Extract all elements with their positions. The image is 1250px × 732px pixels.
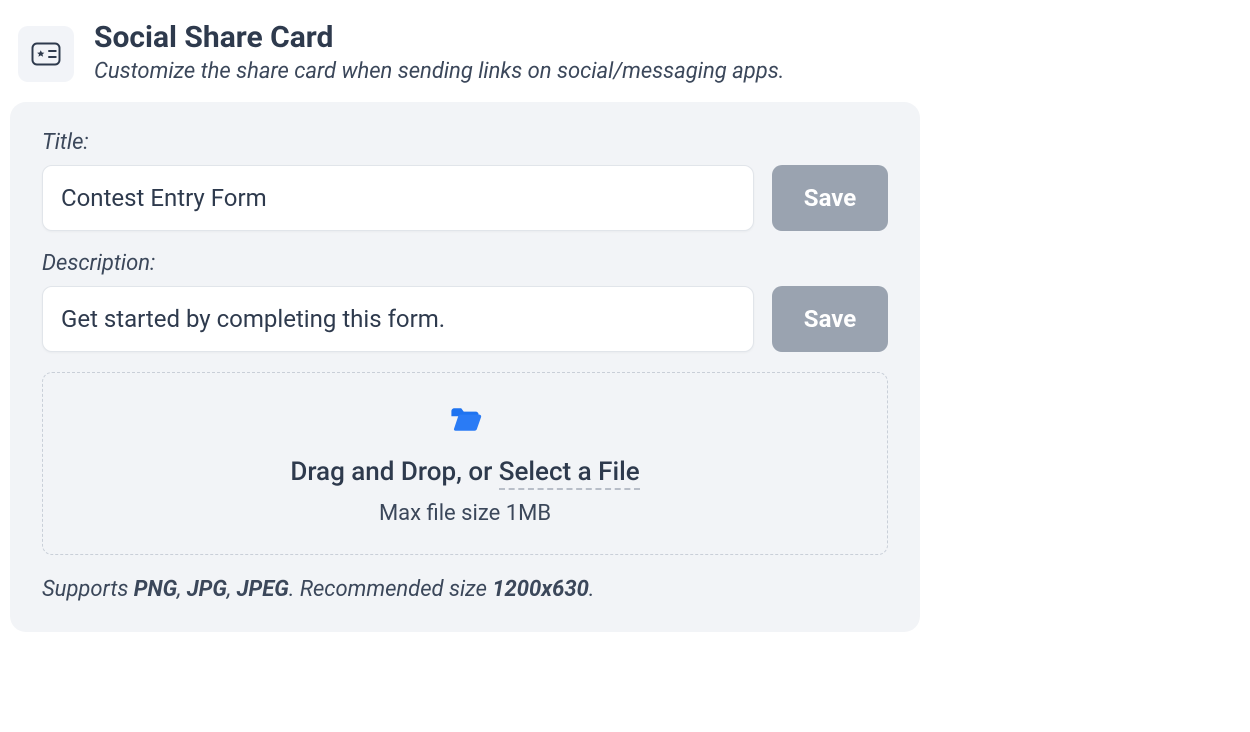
support-note: Supports PNG, JPG, JPEG. Recommended siz…: [42, 577, 888, 602]
section-subtitle: Customize the share card when sending li…: [94, 59, 784, 84]
title-input[interactable]: [42, 165, 754, 231]
dropzone-prefix: Drag and Drop, or: [290, 457, 498, 487]
description-label: Description:: [42, 251, 888, 276]
section-header: Social Share Card Customize the share ca…: [10, 20, 920, 84]
section-title: Social Share Card: [94, 20, 784, 55]
image-dropzone[interactable]: Drag and Drop, or Select a File Max file…: [42, 372, 888, 555]
description-input[interactable]: [42, 286, 754, 352]
save-title-button[interactable]: Save: [772, 165, 888, 231]
select-file-link[interactable]: Select a File: [499, 457, 640, 490]
dropzone-maxsize: Max file size 1MB: [63, 501, 867, 526]
save-description-button[interactable]: Save: [772, 286, 888, 352]
title-label: Title:: [42, 130, 888, 155]
settings-panel: Title: Save Description: Save Drag and D…: [10, 102, 920, 632]
card-with-star-icon: [18, 26, 74, 82]
folder-open-icon: [448, 403, 482, 437]
dropzone-text: Drag and Drop, or Select a File: [63, 457, 867, 487]
